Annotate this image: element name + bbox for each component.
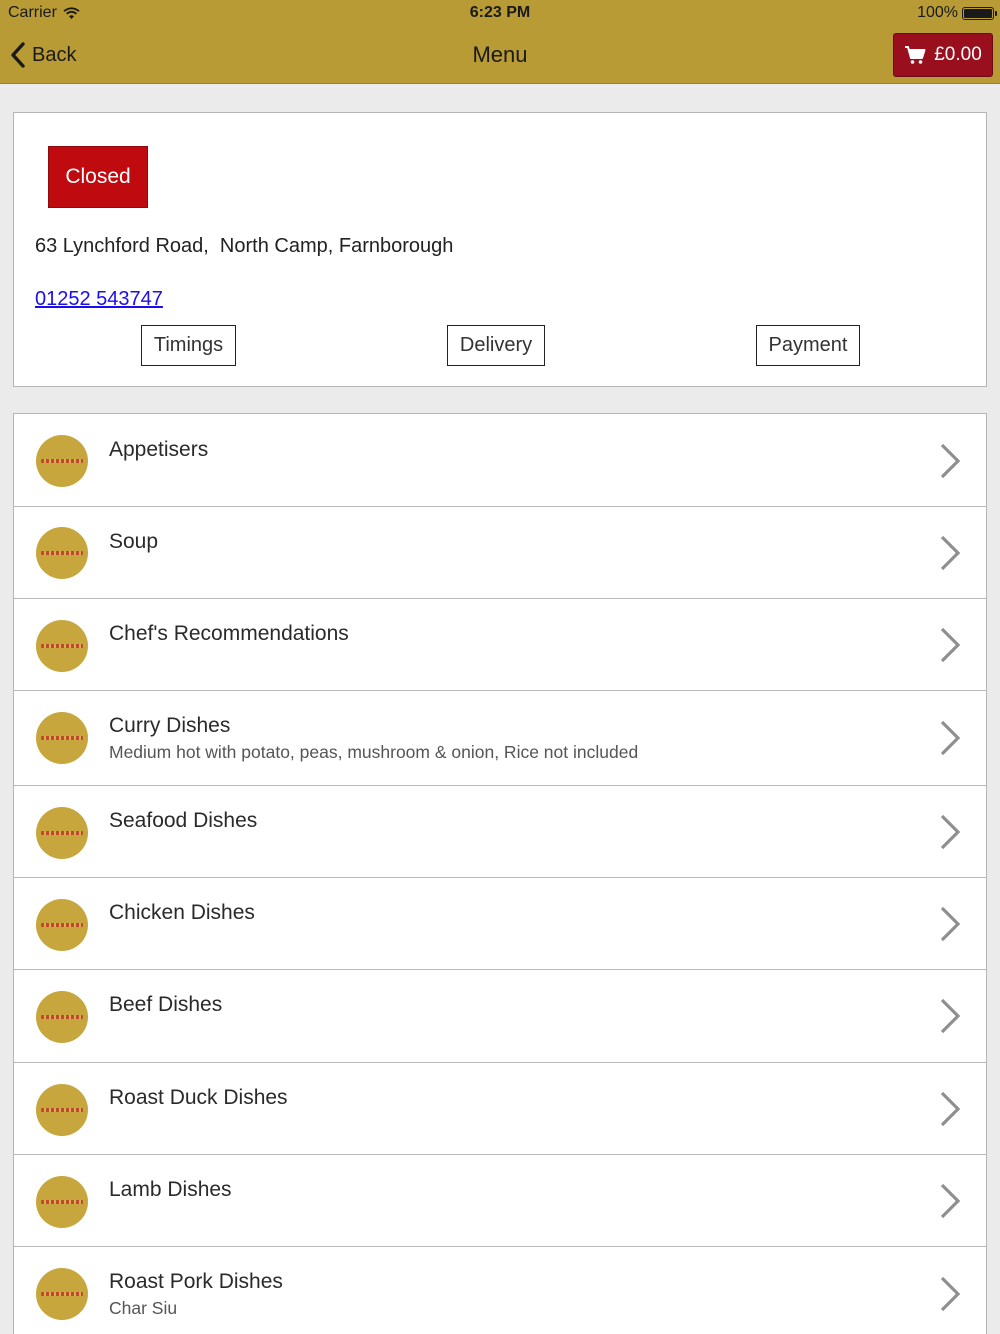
chevron-right-icon [940,1276,961,1312]
battery-percent: 100% [917,4,958,21]
chevron-right-icon [940,1091,961,1127]
restaurant-logo-icon [36,712,88,764]
chevron-right-icon [940,814,961,850]
chevron-right-icon [940,443,961,479]
menu-category-title: Roast Duck Dishes [109,1086,288,1109]
restaurant-logo-icon [36,991,88,1043]
menu-category-item[interactable]: Roast Duck Dishes [14,1063,986,1155]
menu-category-item[interactable]: Seafood Dishes [14,786,986,878]
payment-button[interactable]: Payment [756,325,860,366]
menu-category-title: Curry Dishes [109,714,231,737]
phone-link[interactable]: 01252 543747 [35,288,163,311]
navigation-bar: Carrier 6:23 PM 100% Back Menu £0.00 [0,0,1000,84]
chevron-right-icon [940,998,961,1034]
battery-icon [962,6,997,20]
page-title: Menu [472,42,528,67]
menu-category-title: Chef's Recommendations [109,622,349,645]
cart-icon [905,46,926,64]
chevron-right-icon [940,535,961,571]
restaurant-info-card: Closed 63 Lynchford Road, North Camp, Fa… [13,112,987,387]
restaurant-logo-icon [36,435,88,487]
back-button[interactable]: Back [10,38,76,72]
menu-category-item[interactable]: Roast Pork Dishes Char Siu [14,1247,986,1334]
menu-category-item[interactable]: Chicken Dishes [14,878,986,970]
chevron-right-icon [940,1183,961,1219]
chevron-right-icon [940,906,961,942]
back-label: Back [32,43,77,66]
menu-category-item[interactable]: Curry Dishes Medium hot with potato, pea… [14,691,986,786]
status-carrier: Carrier [8,4,80,22]
cart-total: £0.00 [934,44,982,65]
chevron-right-icon [940,720,961,756]
delivery-button[interactable]: Delivery [447,325,545,366]
menu-category-title: Chicken Dishes [109,901,255,924]
menu-category-title: Beef Dishes [109,993,223,1016]
restaurant-logo-icon [36,1084,88,1136]
restaurant-logo-icon [36,620,88,672]
carrier-label: Carrier [8,4,57,21]
menu-category-item[interactable]: Appetisers [14,414,986,507]
menu-category-title: Lamb Dishes [109,1178,232,1201]
restaurant-logo-icon [36,1176,88,1228]
restaurant-address: 63 Lynchford Road, North Camp, Farnborou… [35,235,454,257]
menu-category-item[interactable]: Lamb Dishes [14,1155,986,1247]
chevron-right-icon [940,627,961,663]
chevron-left-icon [11,42,25,68]
menu-category-title: Soup [109,530,159,553]
status-time: 6:23 PM [469,4,531,21]
restaurant-logo-icon [36,807,88,859]
restaurant-logo-icon [36,527,88,579]
menu-category-item[interactable]: Soup [14,507,986,599]
restaurant-logo-icon [36,899,88,951]
menu-category-title: Roast Pork Dishes [109,1270,283,1293]
cart-button[interactable]: £0.00 [893,33,993,77]
wifi-icon [63,6,80,19]
status-badge: Closed [48,146,148,208]
menu-category-item[interactable]: Chef's Recommendations [14,599,986,691]
menu-category-description: Char Siu [109,1298,178,1318]
menu-category-list: Appetisers Soup Chef's Recommendations C… [13,413,987,1334]
menu-category-title: Appetisers [109,438,209,461]
menu-category-item[interactable]: Beef Dishes [14,970,986,1063]
timings-button[interactable]: Timings [141,325,236,366]
restaurant-logo-icon [36,1268,88,1320]
app-screen: Carrier 6:23 PM 100% Back Menu £0.00 Clo… [0,0,1000,1334]
menu-category-description: Medium hot with potato, peas, mushroom &… [109,742,639,762]
menu-category-title: Seafood Dishes [109,809,258,832]
status-battery: 100% [917,4,997,22]
